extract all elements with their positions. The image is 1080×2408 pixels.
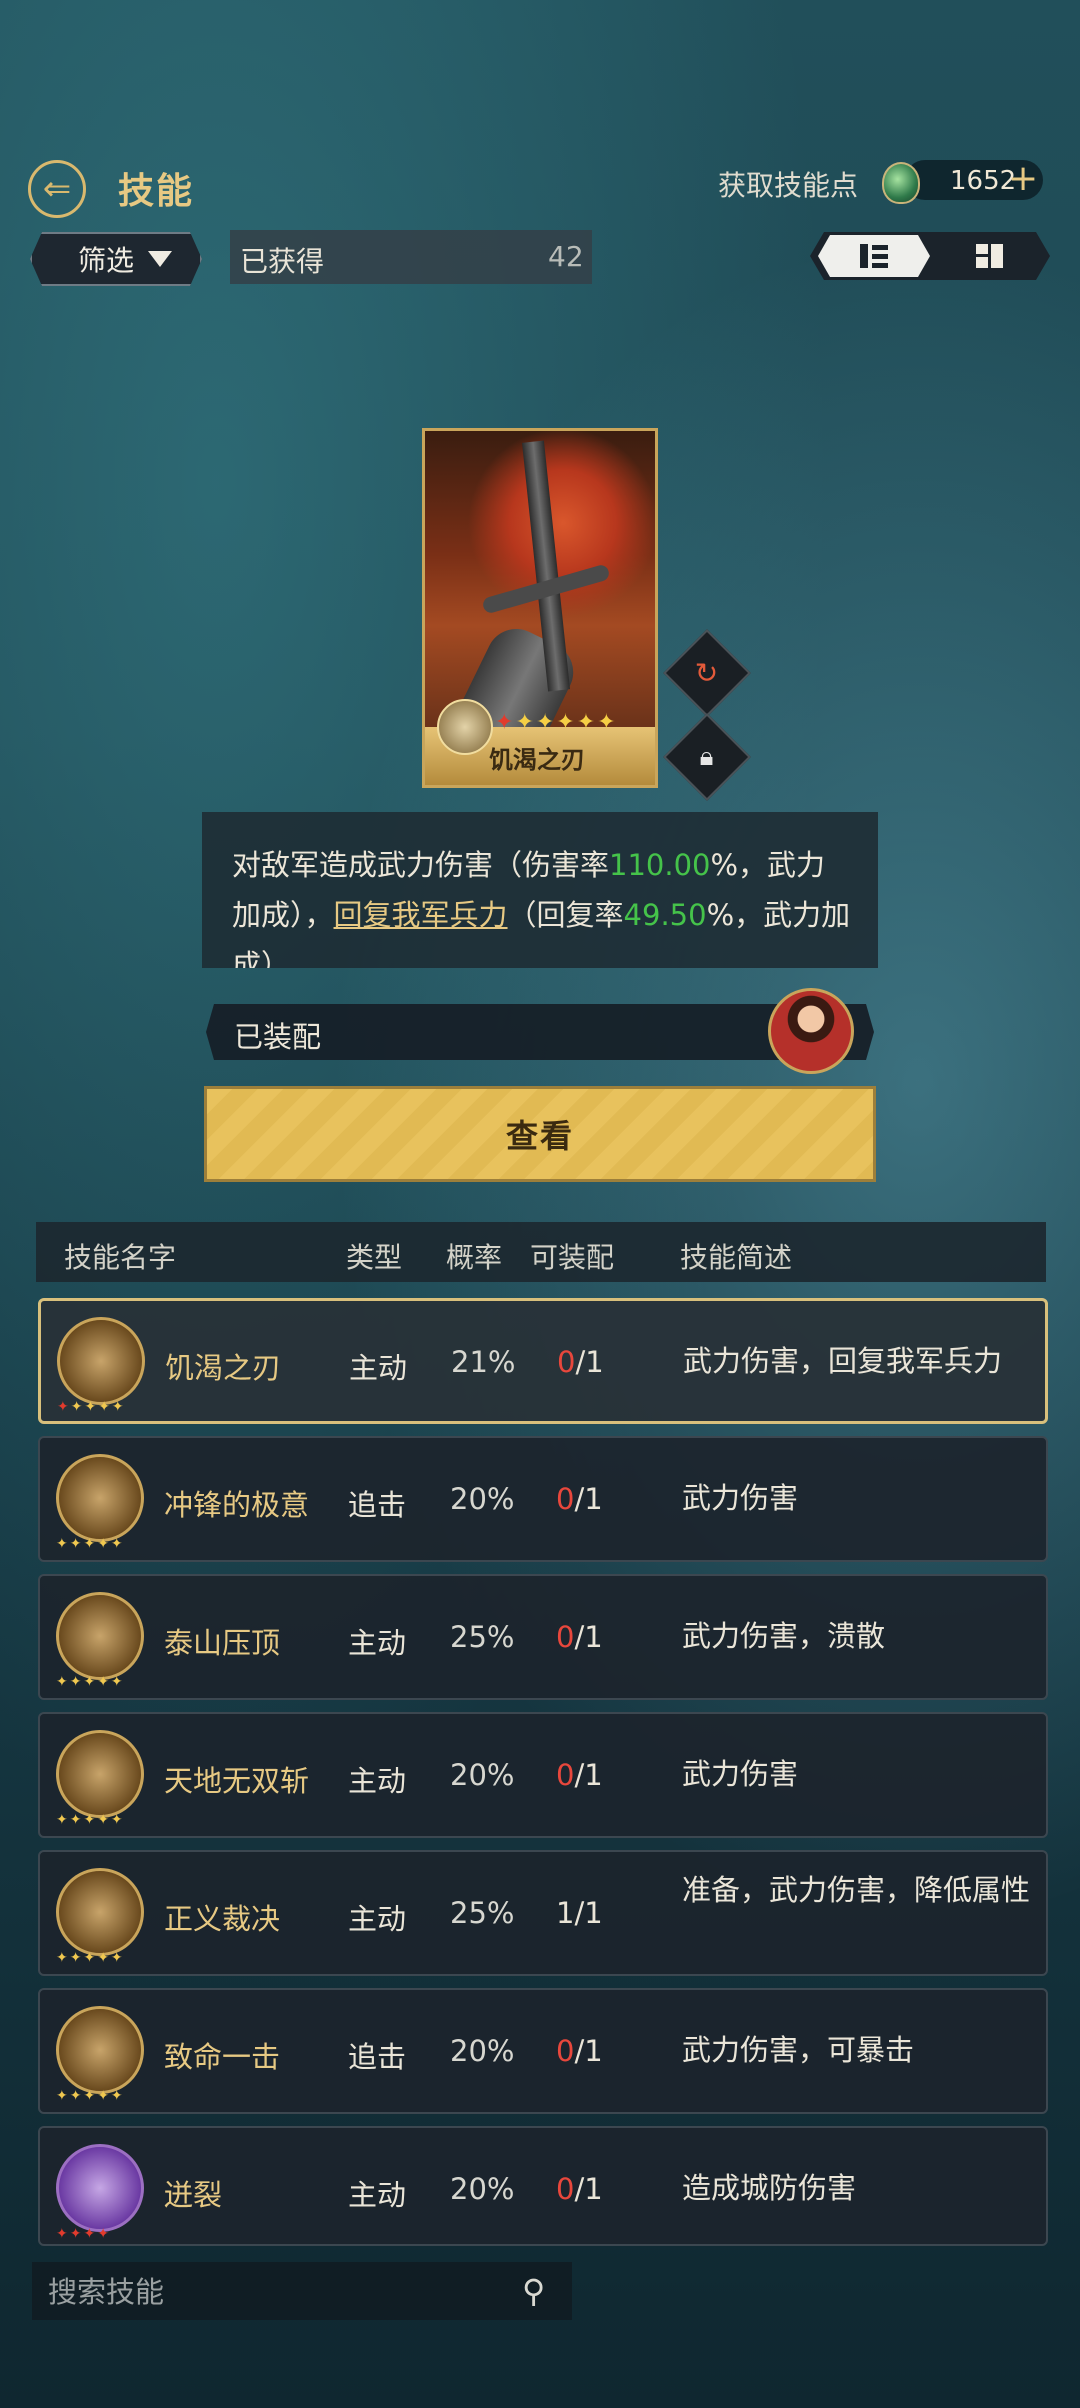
skill-description: 对敌军造成武力伤害（伤害率110.00%，武力加成），回复我军兵力（回复率49.…: [232, 848, 851, 968]
add-skill-points-button[interactable]: +: [1008, 158, 1038, 199]
header-type: 类型: [346, 1241, 403, 1274]
view-button[interactable]: 查看: [204, 1086, 876, 1182]
row-stars: ✦✦✦✦✦: [57, 1399, 126, 1415]
table-row[interactable]: ✦✦✦✦✦ 致命一击 追击 20% 0/1 武力伤害，可暴击: [38, 1988, 1048, 2114]
refresh-button[interactable]: ↻: [663, 629, 751, 717]
table-row[interactable]: ✦✦✦✦ 迸裂 主动 20% 0/1 造成城防伤害: [38, 2126, 1048, 2246]
list-view-icon: [858, 242, 890, 270]
skill-rate: 20%: [450, 2172, 515, 2206]
obtained-label: 已获得: [240, 245, 325, 278]
skill-type: 主动: [348, 1902, 407, 1936]
skill-equip-count: 0/1: [557, 1345, 604, 1379]
row-stars: ✦✦✦✦: [56, 2226, 111, 2242]
skill-icon: [56, 2006, 144, 2094]
heal-rate: 49.50: [623, 898, 707, 932]
skill-point-gem-icon: [882, 162, 920, 204]
filter-label: 筛选: [78, 244, 135, 277]
heal-troops-link[interactable]: 回复我军兵力: [334, 898, 508, 932]
skill-equip-count: 0/1: [556, 1758, 603, 1792]
skill-points-value: 1652: [950, 166, 1017, 196]
skill-name: 冲锋的极意: [164, 1488, 310, 1522]
table-row[interactable]: ✦✦✦✦✦ 冲锋的极意 追击 20% 0/1 武力伤害: [38, 1436, 1048, 1562]
skill-rate: 25%: [450, 1896, 515, 1930]
skill-icon: [56, 1868, 144, 1956]
header-rate: 概率: [446, 1241, 503, 1274]
skill-rate: 20%: [450, 1758, 515, 1792]
header-skill-name: 技能名字: [64, 1241, 177, 1274]
row-stars: ✦✦✦✦✦: [56, 1674, 125, 1690]
skill-equip-count: 0/1: [556, 1620, 603, 1654]
skill-name: 致命一击: [164, 2040, 281, 2074]
skill-name: 正义裁决: [164, 1902, 281, 1936]
skill-icon: [56, 1730, 144, 1818]
skill-equip-count: 1/1: [556, 1896, 603, 1930]
skill-icon: [57, 1317, 145, 1405]
skill-rate: 20%: [450, 2034, 515, 2068]
search-input[interactable]: [46, 2272, 510, 2312]
skill-type: 主动: [348, 2178, 407, 2212]
table-row[interactable]: ✦✦✦✦✦ 正义裁决 主动 25% 1/1 准备，武力伤害，降低属性: [38, 1850, 1048, 1976]
skill-equip-count: 0/1: [556, 1482, 603, 1516]
back-arrow-icon: ⇐: [42, 169, 72, 209]
skill-equip-count: 0/1: [556, 2172, 603, 2206]
view-button-label: 查看: [505, 1117, 574, 1155]
search-bar: ⚲: [32, 2262, 572, 2320]
row-stars: ✦✦✦✦✦: [56, 1536, 125, 1552]
lock-button[interactable]: 🔒︎: [663, 713, 751, 801]
skill-points-label: 获取技能点: [718, 169, 859, 202]
skill-icon: [56, 1592, 144, 1680]
skill-type: 主动: [348, 1626, 407, 1660]
skill-brief: 准备，武力伤害，降低属性: [682, 1873, 1031, 1907]
table-row[interactable]: ✦✦✦✦✦ 泰山压顶 主动 25% 0/1 武力伤害，溃散: [38, 1574, 1048, 1700]
equipped-label: 已装配: [234, 1020, 322, 1054]
skill-card[interactable]: ✦✦✦✦✦✦ 饥渴之刃: [422, 428, 658, 788]
skill-type: 追击: [348, 1488, 407, 1522]
card-skill-name: 饥渴之刃: [489, 746, 585, 774]
skill-rate: 20%: [450, 1482, 515, 1516]
skill-rate: 25%: [450, 1620, 515, 1654]
skill-brief: 武力伤害: [682, 1757, 799, 1791]
search-icon[interactable]: ⚲: [522, 2272, 545, 2310]
skill-brief: 武力伤害，溃散: [682, 1619, 886, 1653]
card-stars: ✦✦✦✦✦✦: [495, 710, 618, 735]
lock-icon: 🔒︎: [700, 741, 714, 772]
row-stars: ✦✦✦✦✦: [56, 2088, 125, 2104]
skill-emblem-icon: [437, 699, 493, 755]
header-description: 技能简述: [680, 1241, 793, 1274]
caret-down-icon: [148, 251, 172, 267]
table-row[interactable]: ✦✦✦✦✦ 天地无双斩 主动 20% 0/1 武力伤害: [38, 1712, 1048, 1838]
skill-brief: 武力伤害: [682, 1481, 799, 1515]
table-row[interactable]: ✦✦✦✦✦ 饥渴之刃 主动 21% 0/1 武力伤害，回复我军兵力: [38, 1298, 1048, 1424]
skill-icon: [56, 2144, 144, 2232]
skill-brief: 武力伤害，可暴击: [682, 2033, 915, 2067]
skill-name: 天地无双斩: [164, 1764, 310, 1798]
skill-brief: 武力伤害，回复我军兵力: [683, 1344, 1003, 1378]
damage-rate: 110.00: [609, 848, 711, 882]
header-equippable: 可装配: [530, 1241, 615, 1274]
skill-rate: 21%: [451, 1345, 516, 1379]
obtained-count: 42: [548, 240, 584, 273]
skill-icon: [56, 1454, 144, 1542]
row-stars: ✦✦✦✦✦: [56, 1812, 125, 1828]
skill-equip-count: 0/1: [556, 2034, 603, 2068]
skill-type: 主动: [348, 1764, 407, 1798]
grid-view-button[interactable]: [950, 238, 1030, 274]
grid-view-icon: [976, 244, 1003, 268]
row-stars: ✦✦✦✦✦: [56, 1950, 125, 1966]
equipped-hero-avatar[interactable]: [768, 988, 854, 1074]
refresh-icon: ↻: [695, 656, 719, 690]
skill-name: 饥渴之刃: [165, 1351, 282, 1385]
list-view-button[interactable]: [818, 235, 930, 277]
page-title: 技能: [118, 171, 195, 212]
skill-description-box: 对敌军造成武力伤害（伤害率110.00%，武力加成），回复我军兵力（回复率49.…: [202, 812, 878, 968]
filter-button[interactable]: 筛选: [30, 232, 202, 286]
skill-type: 追击: [348, 2040, 407, 2074]
skill-type: 主动: [349, 1351, 408, 1385]
skill-name: 迸裂: [164, 2178, 223, 2212]
skill-name: 泰山压顶: [164, 1626, 281, 1660]
skill-brief: 造成城防伤害: [682, 2171, 857, 2205]
back-button[interactable]: ⇐: [28, 160, 86, 218]
